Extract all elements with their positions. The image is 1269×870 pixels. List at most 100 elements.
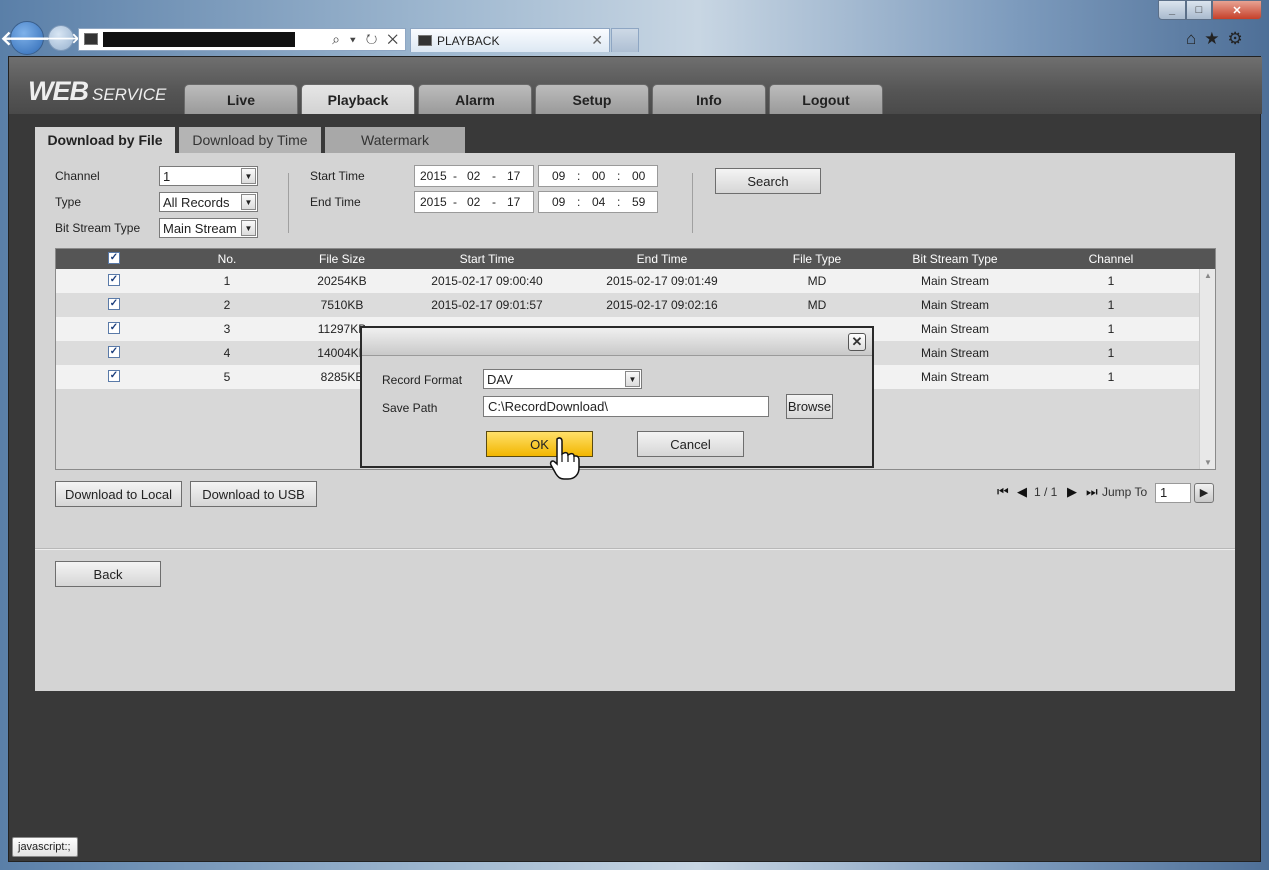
channel-label: Channel (55, 169, 100, 183)
header-channel: Channel (1088, 252, 1134, 266)
window-close-button[interactable]: ✕ (1212, 0, 1262, 20)
cell-channel: 1 (1107, 322, 1115, 336)
redacted-url (103, 32, 295, 47)
cell-start: 2015-02-17 09:00:40 (431, 274, 543, 288)
header-bit-stream-type: Bit Stream Type (912, 252, 998, 266)
nav-logout[interactable]: Logout (769, 84, 883, 114)
select-all-checkbox[interactable]: ✓ (108, 252, 120, 264)
header-file-size: File Size (318, 252, 365, 266)
header-no: No. (217, 252, 237, 266)
cell-no: 2 (223, 298, 231, 312)
save-path-label: Save Path (382, 401, 438, 415)
save-path-input[interactable]: C:\RecordDownload\ (483, 396, 769, 417)
window-controls: _ □ ✕ (1158, 0, 1262, 20)
back-button[interactable]: Back (55, 561, 161, 587)
row-checkbox[interactable]: ✓ (108, 346, 120, 358)
new-tab-button[interactable] (611, 28, 639, 52)
download-to-local-button[interactable]: Download to Local (55, 481, 182, 507)
chevron-down-icon[interactable]: ▼ (241, 194, 256, 210)
search-button[interactable]: Search (715, 168, 821, 194)
dialog-title-bar: ✕ (362, 328, 872, 356)
table-row[interactable]: ✓ 1 20254KB 2015-02-17 09:00:40 2015-02-… (56, 269, 1199, 293)
chevron-down-icon[interactable]: ▼ (625, 371, 640, 387)
browser-toolbar-icons[interactable]: ⌂★⚙ (1186, 29, 1251, 49)
subtab-bar: Download by File Download by Time Waterm… (35, 125, 1235, 153)
jump-to-input[interactable]: 1 (1155, 483, 1191, 503)
page-indicator: 1 / 1 (1034, 485, 1058, 499)
start-time-input[interactable]: 09: 00: 00 (538, 165, 658, 187)
cell-channel: 1 (1107, 346, 1115, 360)
tab-close-icon[interactable]: ✕ (591, 32, 603, 49)
close-icon[interactable]: ✕ (848, 333, 866, 351)
browser-forward-button[interactable]: 🡒 (42, 25, 80, 51)
nav-alarm[interactable]: Alarm (418, 84, 532, 114)
window-minimize-button[interactable]: _ (1158, 0, 1186, 20)
download-to-usb-button[interactable]: Download to USB (190, 481, 317, 507)
camera-favicon-icon (84, 33, 98, 45)
cell-no: 3 (223, 322, 231, 336)
cell-channel: 1 (1107, 274, 1115, 288)
download-dialog: ✕ Record Format DAV ▼ Save Path C:\Record… (360, 326, 874, 468)
end-time-input[interactable]: 09: 04: 59 (538, 191, 658, 213)
nav-setup[interactable]: Setup (535, 84, 649, 114)
tab-title: PLAYBACK (437, 34, 500, 48)
row-checkbox[interactable]: ✓ (108, 274, 120, 286)
camera-favicon-icon (418, 35, 432, 46)
cell-stream: Main Stream (920, 322, 990, 336)
address-bar[interactable]: ⌕ ▾ ↻ ✕ (78, 28, 406, 51)
cell-stream: Main Stream (920, 346, 990, 360)
end-date-input[interactable]: 2015- 02- 17 (414, 191, 534, 213)
scroll-up-icon[interactable]: ▲ (1204, 271, 1212, 280)
cell-no: 5 (223, 370, 231, 384)
cell-size: 20254KB (317, 274, 367, 288)
browser-tab-playback[interactable]: PLAYBACK ✕ (410, 28, 610, 52)
bitstream-label: Bit Stream Type (55, 221, 141, 235)
row-checkbox[interactable]: ✓ (108, 298, 120, 310)
start-time-label: Start Time (310, 169, 365, 183)
chevron-down-icon[interactable]: ▼ (241, 220, 256, 236)
nav-info[interactable]: Info (652, 84, 766, 114)
cell-channel: 1 (1107, 298, 1115, 312)
header-bar: WEB SERVICE Live Playback Alarm Setup Inf… (9, 57, 1262, 114)
row-checkbox[interactable]: ✓ (108, 370, 120, 382)
record-format-label: Record Format (382, 373, 463, 387)
jump-to-label: Jump To (1102, 485, 1148, 499)
first-page-icon[interactable]: ⏮ (997, 484, 1009, 500)
logo: WEB SERVICE (28, 76, 167, 106)
cell-file-type: MD (807, 274, 827, 288)
row-checkbox[interactable]: ✓ (108, 322, 120, 334)
cancel-button[interactable]: Cancel (637, 431, 744, 457)
header-file-type: File Type (792, 252, 842, 266)
record-format-select[interactable]: DAV ▼ (483, 369, 642, 389)
cell-channel: 1 (1107, 370, 1115, 384)
table-row[interactable]: ✓ 2 7510KB 2015-02-17 09:01:57 2015-02-1… (56, 293, 1199, 317)
scroll-down-icon[interactable]: ▼ (1204, 458, 1212, 467)
bitstream-select[interactable]: Main Stream ▼ (159, 218, 258, 238)
chevron-down-icon[interactable]: ▼ (241, 168, 256, 184)
start-date-input[interactable]: 2015- 02- 17 (414, 165, 534, 187)
type-select[interactable]: All Records ▼ (159, 192, 258, 212)
nav-playback[interactable]: Playback (301, 84, 415, 114)
last-page-icon[interactable]: ⏭ (1086, 484, 1098, 500)
prev-page-icon[interactable]: ◀ (1017, 484, 1027, 500)
header-end-time: End Time (636, 252, 688, 266)
arrow-right-icon: 🡒 (42, 29, 80, 46)
cell-file-type: MD (807, 298, 827, 312)
tab-download-by-file[interactable]: Download by File (35, 127, 175, 153)
tab-watermark[interactable]: Watermark (325, 127, 465, 153)
cell-end: 2015-02-17 09:02:16 (606, 298, 718, 312)
section-divider (35, 548, 1235, 550)
next-page-icon[interactable]: ▶ (1067, 484, 1077, 500)
table-scrollbar[interactable]: ▲ ▼ (1199, 269, 1215, 469)
go-arrow-icon[interactable]: ▶ (1194, 483, 1214, 503)
browser-back-button[interactable]: 🡐 (0, 21, 54, 55)
channel-select[interactable]: 1 ▼ (159, 166, 258, 186)
table-header: ✓ No. File Size Start Time End Time File… (56, 249, 1215, 269)
nav-live[interactable]: Live (184, 84, 298, 114)
address-tools[interactable]: ⌕ ▾ ↻ ✕ (332, 31, 401, 48)
cell-end: 2015-02-17 09:01:49 (606, 274, 718, 288)
window-maximize-button[interactable]: □ (1186, 0, 1212, 20)
status-bar-link: javascript:; (12, 837, 78, 857)
browse-button[interactable]: Browse (786, 394, 833, 419)
tab-download-by-time[interactable]: Download by Time (179, 127, 321, 153)
